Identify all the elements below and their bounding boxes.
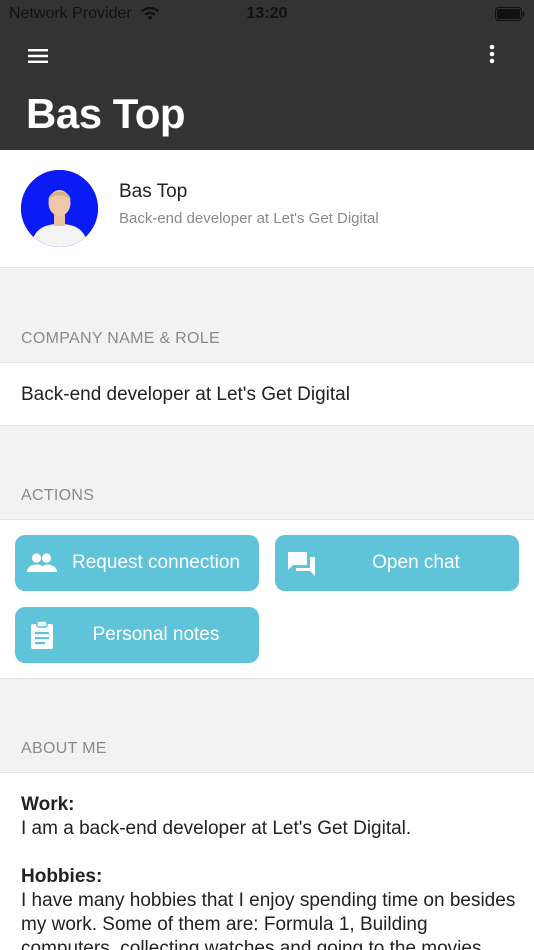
personal-notes-button[interactable]: Personal notes — [15, 607, 259, 663]
about-section-header: ABOUT ME — [21, 740, 107, 757]
status-time: 13:20 — [246, 5, 288, 22]
hamburger-menu-icon[interactable] — [26, 44, 52, 68]
work-text: I am a back-end developer at Let's Get D… — [21, 818, 412, 839]
work-heading: Work: — [21, 794, 75, 815]
actions-section-header: ACTIONS — [21, 487, 95, 504]
request-connection-button[interactable]: Request connection — [15, 535, 259, 591]
open-chat-button[interactable]: Open chat — [275, 535, 519, 591]
about-section: Work: I am a back-end developer at Let's… — [0, 772, 534, 950]
hobbies-heading: Hobbies: — [21, 866, 103, 887]
open-chat-label: Open chat — [372, 552, 460, 573]
app-header: Bas Top — [0, 28, 534, 150]
company-role-value: Back-end developer at Let's Get Digital — [21, 384, 350, 405]
request-connection-label: Request connection — [72, 552, 240, 573]
avatar — [21, 170, 98, 247]
battery-icon — [495, 7, 525, 21]
page-title: Bas Top — [26, 90, 186, 137]
profile-role: Back-end developer at Let's Get Digital — [119, 210, 379, 227]
status-bar: Network Provider 13:20 — [0, 0, 534, 28]
hobbies-text: I have many hobbies that I enjoy spendin… — [21, 890, 516, 950]
avatar-portrait — [21, 170, 98, 247]
actions-section: Request connection Open chat Personal no… — [0, 519, 534, 679]
company-section-header: COMPANY NAME & ROLE — [21, 330, 220, 347]
profile-name: Bas Top — [119, 181, 188, 202]
personal-notes-label: Personal notes — [92, 624, 220, 645]
more-vertical-icon[interactable] — [480, 42, 504, 68]
profile-card: Bas Top Back-end developer at Let's Get … — [0, 150, 534, 268]
about-text: Work: I am a back-end developer at Let's… — [21, 793, 521, 950]
company-section: Back-end developer at Let's Get Digital — [0, 362, 534, 426]
